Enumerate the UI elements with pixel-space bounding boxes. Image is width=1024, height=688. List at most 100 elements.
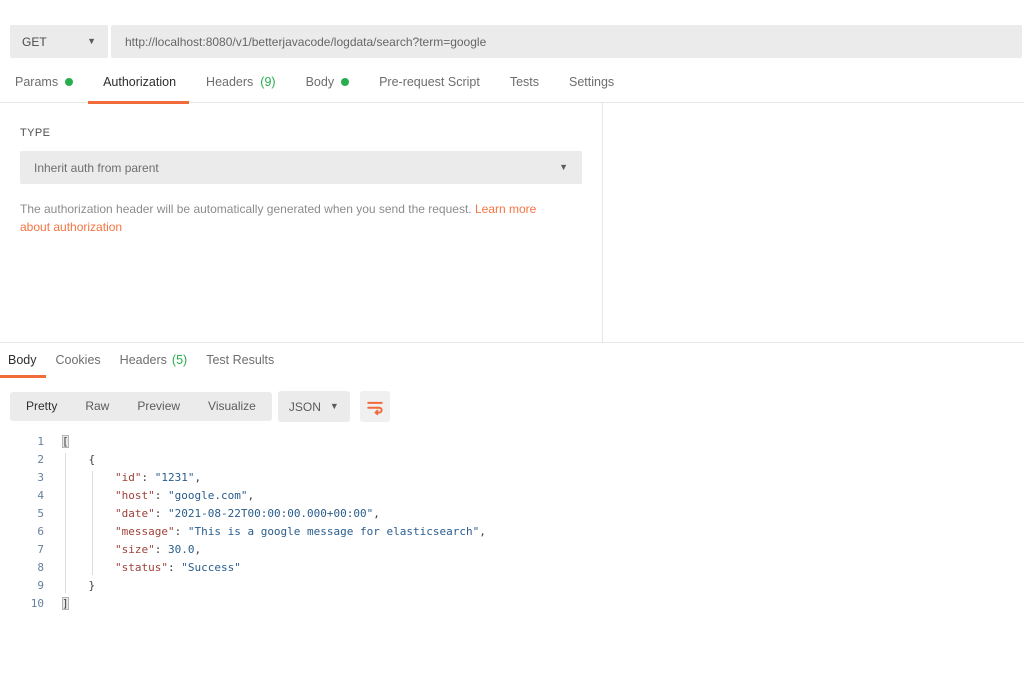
view-mode-pretty[interactable]: Pretty — [12, 392, 71, 421]
code-line-content: "date": "2021-08-22T00:00:00.000+00:00", — [44, 505, 380, 523]
code-line: 1[ — [0, 433, 1024, 451]
indent-guide — [65, 453, 66, 593]
response-tab-cookies[interactable]: Cookies — [56, 353, 101, 378]
response-toolbar: PrettyRawPreviewVisualize JSON ▼ — [10, 391, 1024, 422]
tab-label: Body — [8, 353, 37, 367]
wrap-text-button[interactable] — [360, 391, 390, 422]
response-body-viewer[interactable]: 1[2 {3 "id": "1231",4 "host": "google.co… — [0, 433, 1024, 613]
tab-label: Params — [15, 75, 58, 89]
code-token: "2021-08-22T00:00:00.000+00:00" — [168, 507, 373, 520]
code-token: "message" — [115, 525, 175, 538]
line-number: 1 — [0, 433, 44, 451]
request-tab-params[interactable]: Params — [15, 75, 73, 102]
code-line-content: "size": 30.0, — [44, 541, 201, 559]
code-line: 10] — [0, 595, 1024, 613]
tab-label: Test Results — [206, 353, 274, 367]
line-number: 5 — [0, 505, 44, 523]
code-line: 7 "size": 30.0, — [0, 541, 1024, 559]
request-tabs: Params Authorization Headers(9) Body Pre-req… — [0, 75, 1024, 103]
code-token: } — [62, 579, 95, 592]
chevron-down-icon: ▼ — [87, 37, 96, 46]
code-token — [62, 489, 115, 502]
auth-help-text: The authorization header will be automat… — [20, 200, 568, 236]
view-mode-visualize[interactable]: Visualize — [194, 392, 270, 421]
code-token: ] — [62, 597, 69, 610]
code-line-content: "host": "google.com", — [44, 487, 254, 505]
line-number: 6 — [0, 523, 44, 541]
code-token: : — [141, 471, 154, 484]
authorization-pane: TYPE Inherit auth from parent ▼ The auth… — [0, 103, 603, 342]
code-token — [62, 471, 115, 484]
code-token: , — [247, 489, 254, 502]
request-tab-settings[interactable]: Settings — [569, 75, 614, 102]
url-input[interactable]: http://localhost:8080/v1/betterjavacode/… — [111, 25, 1022, 58]
code-token: , — [373, 507, 380, 520]
chevron-down-icon: ▼ — [559, 163, 568, 172]
code-line: 2 { — [0, 451, 1024, 469]
indent-guide — [92, 471, 93, 575]
wrap-text-icon — [366, 398, 384, 416]
view-mode-raw[interactable]: Raw — [71, 392, 123, 421]
response-section: Body Cookies Headers(5) Test Results Pretty… — [0, 342, 1024, 613]
method-label: GET — [22, 35, 47, 49]
auth-help-body: The authorization header will be automat… — [20, 202, 472, 216]
line-number: 8 — [0, 559, 44, 577]
code-token: "1231" — [155, 471, 195, 484]
request-tab-tests[interactable]: Tests — [510, 75, 539, 102]
code-token: [ — [62, 435, 69, 448]
tab-label: Authorization — [103, 75, 176, 89]
response-tabs: Body Cookies Headers(5) Test Results — [0, 343, 1024, 378]
tab-label: Headers — [120, 353, 167, 367]
line-number: 7 — [0, 541, 44, 559]
response-tab-headers[interactable]: Headers(5) — [120, 353, 188, 378]
language-label: JSON — [289, 400, 321, 414]
code-token: "date" — [115, 507, 155, 520]
tab-label: Pre-request Script — [379, 75, 480, 89]
url-value: http://localhost:8080/v1/betterjavacode/… — [125, 35, 486, 49]
code-token: "size" — [115, 543, 155, 556]
code-token: { — [62, 453, 95, 466]
chevron-down-icon: ▼ — [330, 402, 339, 411]
request-tab-pre-request-script[interactable]: Pre-request Script — [379, 75, 480, 102]
request-tab-authorization[interactable]: Authorization — [103, 75, 176, 102]
code-line-content: [ — [44, 433, 69, 451]
code-line-content: "status": "Success" — [44, 559, 241, 577]
code-token: : — [155, 489, 168, 502]
language-dropdown[interactable]: JSON ▼ — [278, 391, 350, 422]
green-status-dot — [341, 78, 349, 86]
request-editor-panes: TYPE Inherit auth from parent ▼ The auth… — [0, 103, 1024, 342]
request-tab-body[interactable]: Body — [306, 75, 350, 102]
tab-label: Settings — [569, 75, 614, 89]
code-token: : — [155, 543, 168, 556]
code-line-content: "message": "This is a google message for… — [44, 523, 486, 541]
response-tab-body[interactable]: Body — [8, 353, 37, 378]
code-line-content: ] — [44, 595, 69, 613]
code-line: 8 "status": "Success" — [0, 559, 1024, 577]
code-line: 3 "id": "1231", — [0, 469, 1024, 487]
code-token — [62, 507, 115, 520]
request-tab-headers[interactable]: Headers(9) — [206, 75, 276, 102]
code-token: , — [194, 471, 201, 484]
code-token: : — [155, 507, 168, 520]
code-line-content: "id": "1231", — [44, 469, 201, 487]
code-token: , — [194, 543, 201, 556]
code-token: 30.0 — [168, 543, 195, 556]
code-token: , — [479, 525, 486, 538]
code-token — [62, 525, 115, 538]
response-tab-test-results[interactable]: Test Results — [206, 353, 274, 378]
view-mode-preview[interactable]: Preview — [123, 392, 194, 421]
code-token: "id" — [115, 471, 142, 484]
code-token — [62, 543, 115, 556]
tab-label: Headers — [206, 75, 253, 89]
auth-type-dropdown[interactable]: Inherit auth from parent ▼ — [20, 151, 582, 184]
code-token: : — [175, 525, 188, 538]
empty-right-pane — [603, 103, 1024, 342]
green-status-dot — [65, 78, 73, 86]
code-token: "host" — [115, 489, 155, 502]
line-number: 10 — [0, 595, 44, 613]
code-line: 4 "host": "google.com", — [0, 487, 1024, 505]
method-dropdown[interactable]: GET ▼ — [10, 25, 108, 58]
code-line: 9 } — [0, 577, 1024, 595]
code-token: : — [168, 561, 181, 574]
code-token: "google.com" — [168, 489, 247, 502]
